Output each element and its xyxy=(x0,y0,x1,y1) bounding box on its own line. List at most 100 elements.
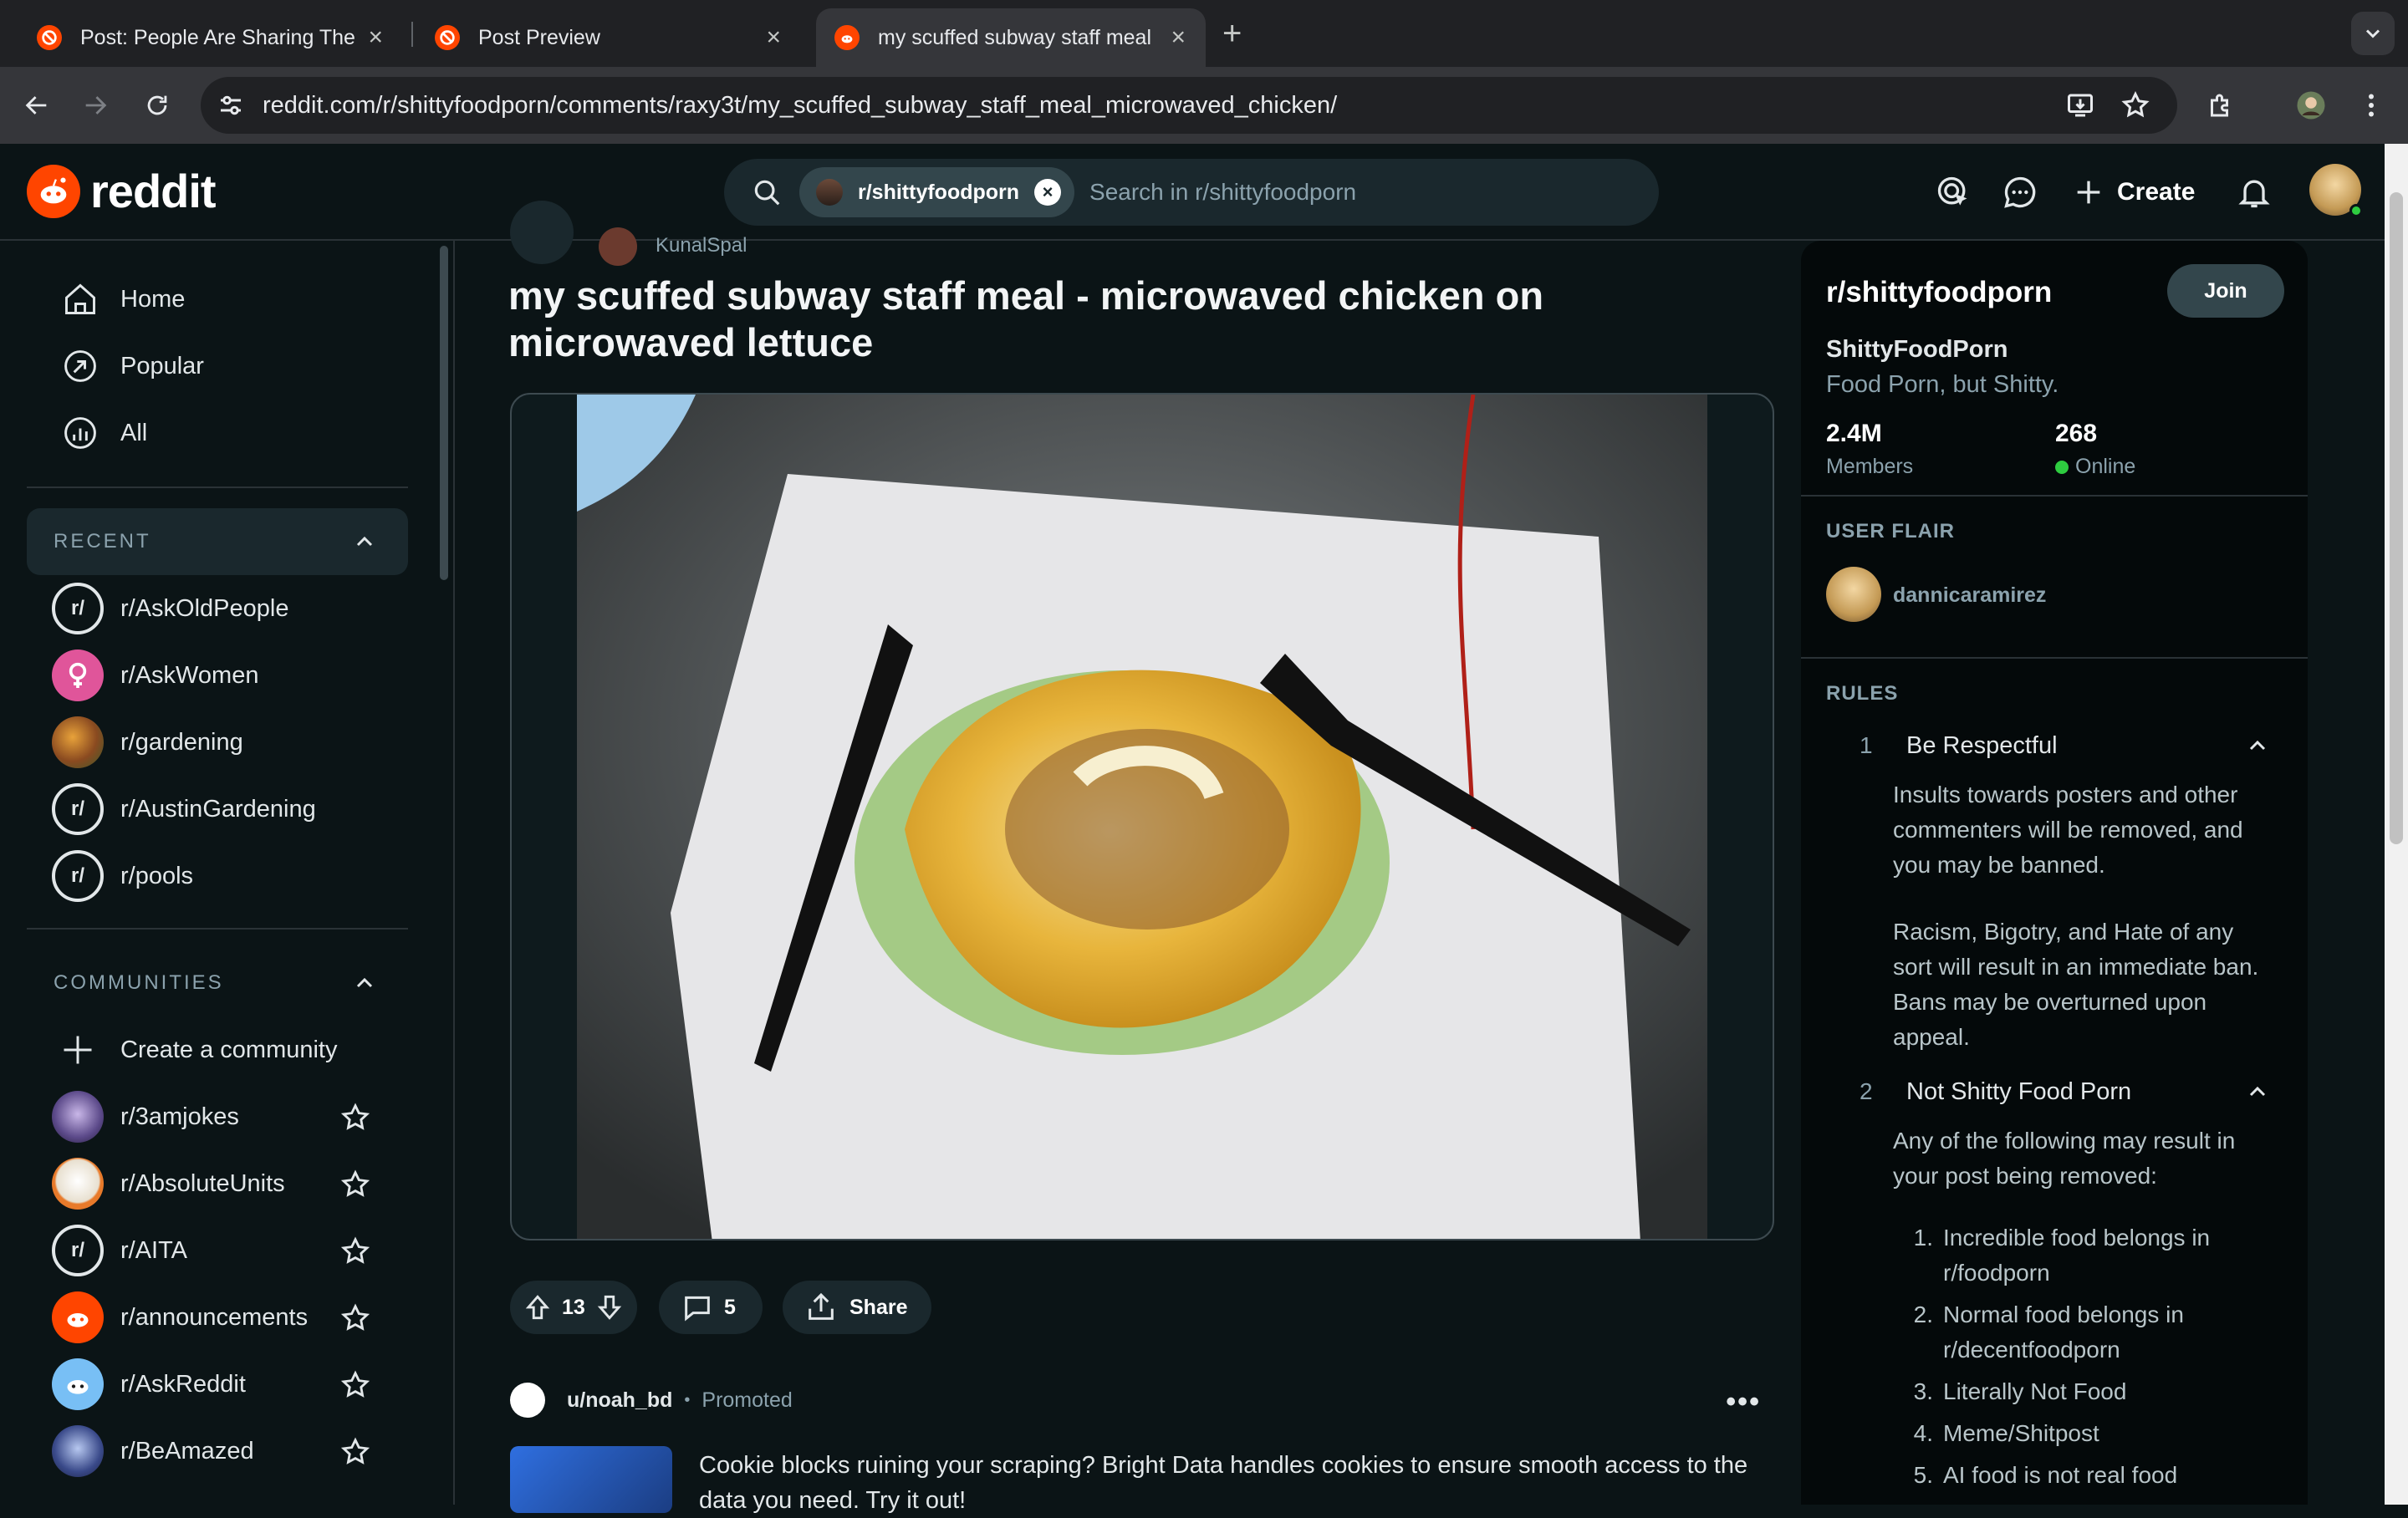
sidebar-item-all[interactable]: All xyxy=(27,400,408,466)
page-scrollbar-thumb[interactable] xyxy=(2390,192,2403,844)
chat-icon[interactable] xyxy=(1995,167,2045,217)
favorite-star-icon[interactable] xyxy=(339,1369,371,1401)
reddit-favicon-icon xyxy=(834,25,860,50)
browser-tab[interactable]: Post: People Are Sharing The × xyxy=(18,8,403,67)
chevron-up-icon xyxy=(2249,1086,2266,1097)
promo-text[interactable]: Cookie blocks ruining your scraping? Bri… xyxy=(699,1448,1786,1518)
subreddit-name[interactable]: r/shittyfoodporn xyxy=(1826,276,2052,309)
separator-dot: • xyxy=(684,1390,691,1409)
close-tab-icon[interactable]: × xyxy=(1171,23,1186,52)
sidebar-divider xyxy=(1801,657,2308,659)
advertise-icon[interactable] xyxy=(1928,167,1978,217)
rule-list-item: 5. AI food is not real food xyxy=(1913,1462,2178,1488)
favorite-star-icon[interactable] xyxy=(339,1235,371,1267)
post-image[interactable] xyxy=(510,393,1774,1240)
search-bar[interactable]: r/shittyfoodporn × Search in r/shittyfoo… xyxy=(724,159,1659,226)
create-community-button[interactable]: Create a community xyxy=(27,1016,408,1083)
reddit-logo[interactable]: reddit xyxy=(27,164,217,218)
extensions-puzzle-icon[interactable] xyxy=(2201,85,2241,125)
promoter-avatar[interactable] xyxy=(510,1383,545,1418)
sidebar-divider xyxy=(27,928,408,930)
author-avatar[interactable] xyxy=(599,227,637,266)
post-author[interactable]: KunalSpal xyxy=(656,234,747,257)
sidebar-item-askoldpeople[interactable]: r/ r/AskOldPeople xyxy=(27,575,408,642)
bookmark-star-icon[interactable] xyxy=(2115,85,2155,125)
sidebar-item-pools[interactable]: r/ r/pools xyxy=(27,843,408,909)
rule-list-item: 2. Normal food belongs in r/decentfoodpor… xyxy=(1913,1302,2184,1363)
close-tab-icon[interactable]: × xyxy=(368,23,383,52)
sidebar-item-absoluteunits[interactable]: r/AbsoluteUnits xyxy=(27,1150,408,1217)
join-button[interactable]: Join xyxy=(2167,264,2284,318)
create-community-label: Create a community xyxy=(120,1036,338,1063)
rule-list-item: 3. Literally Not Food xyxy=(1913,1378,2127,1404)
communities-section-toggle[interactable]: COMMUNITIES xyxy=(27,950,408,1016)
rule-description: Racism, Bigotry, and Hate of any sort wi… xyxy=(1893,919,2259,1050)
reload-icon[interactable] xyxy=(137,85,177,125)
rule-list-item: 1. Incredible food belongs in r/foodporn xyxy=(1913,1225,2211,1286)
downvote-arrow-icon[interactable] xyxy=(594,1291,625,1323)
back-arrow-icon[interactable] xyxy=(17,85,57,125)
share-label: Share xyxy=(849,1295,908,1319)
comments-button[interactable]: 5 xyxy=(659,1281,763,1334)
sidebar-item-austingardening[interactable]: r/ r/AustinGardening xyxy=(27,776,408,843)
reddit-header: reddit r/shittyfoodporn × Search in r/sh… xyxy=(0,144,2385,241)
sidebar-item-popular[interactable]: Popular xyxy=(27,333,408,400)
more-options-icon[interactable]: ••• xyxy=(1726,1386,1761,1419)
new-tab-plus-icon[interactable]: + xyxy=(1222,15,1242,53)
tab-search-chevron-icon[interactable] xyxy=(2351,12,2395,55)
search-input[interactable]: Search in r/shittyfoodporn xyxy=(1089,179,1356,206)
sidebar-item-3amjokes[interactable]: r/3amjokes xyxy=(27,1083,408,1150)
promo-thumbnail[interactable] xyxy=(510,1446,672,1513)
browser-tab[interactable]: Post Preview × xyxy=(416,8,801,67)
sidebar-item-announcements[interactable]: r/announcements xyxy=(27,1284,408,1351)
vote-count: 13 xyxy=(562,1295,585,1319)
close-tab-icon[interactable]: × xyxy=(766,23,781,52)
sidebar-item-label: r/AskWomen xyxy=(120,661,259,689)
profile-avatar-icon[interactable] xyxy=(2291,85,2331,125)
sidebar-item-beamazed[interactable]: r/BeAmazed xyxy=(27,1418,408,1485)
address-bar[interactable]: reddit.com/r/shittyfoodporn/comments/rax… xyxy=(201,77,2177,134)
chevron-up-icon xyxy=(2249,740,2266,751)
sidebar-item-gardening[interactable]: r/gardening xyxy=(27,709,408,776)
browser-menu-dots-icon[interactable] xyxy=(2351,85,2391,125)
members-label: Members xyxy=(1826,455,1913,479)
share-button[interactable]: Share xyxy=(783,1281,931,1334)
sidebar-item-home[interactable]: Home xyxy=(27,266,408,333)
rule-title: Not Shitty Food Porn xyxy=(1906,1078,2132,1105)
sidebar-item-askreddit[interactable]: r/AskReddit xyxy=(27,1351,408,1418)
online-dot-icon xyxy=(2055,460,2069,474)
favorite-star-icon[interactable] xyxy=(339,1302,371,1334)
promoted-label: Promoted xyxy=(701,1388,793,1412)
gardening-butterfly-icon xyxy=(52,716,104,768)
favorite-star-icon[interactable] xyxy=(339,1169,371,1200)
sidebar-scrollbar[interactable] xyxy=(440,246,448,580)
sidebar-item-label: r/3amjokes xyxy=(120,1103,239,1130)
subreddit-search-chip[interactable]: r/shittyfoodporn × xyxy=(799,167,1075,217)
sidebar-item-label: Home xyxy=(120,285,186,313)
sidebar-item-aita[interactable]: r/ r/AITA xyxy=(27,1217,408,1284)
no-sign-favicon-icon xyxy=(37,25,62,50)
clear-chip-icon[interactable]: × xyxy=(1034,179,1062,206)
notifications-bell-icon[interactable] xyxy=(2229,167,2279,217)
flair-username[interactable]: dannicaramirez xyxy=(1893,583,2046,608)
recent-section-toggle[interactable]: RECENT xyxy=(27,508,408,575)
flair-avatar[interactable] xyxy=(1826,567,1881,622)
promoter-username[interactable]: u/noah_bd xyxy=(567,1388,672,1413)
create-button[interactable]: Create xyxy=(2072,167,2195,217)
rule-description: Any of the following may result in your … xyxy=(1893,1128,2236,1189)
share-icon xyxy=(809,1292,834,1320)
rule-list-item: 4. Meme/Shitpost xyxy=(1913,1420,2099,1446)
upvote-arrow-icon[interactable] xyxy=(522,1291,554,1323)
favorite-star-icon[interactable] xyxy=(339,1436,371,1468)
chevron-up-icon xyxy=(356,536,373,547)
browser-tab-active[interactable]: my scuffed subway staff meal × xyxy=(816,8,1206,67)
site-settings-icon[interactable] xyxy=(216,90,246,120)
subreddit-sidebar: r/shittyfoodporn Join ShittyFoodPorn Foo… xyxy=(1801,241,2308,1505)
back-button[interactable] xyxy=(510,201,574,264)
forward-arrow-icon[interactable] xyxy=(75,85,115,125)
comment-count: 5 xyxy=(724,1295,736,1319)
vote-control: 13 xyxy=(510,1281,637,1334)
sidebar-item-askwomen[interactable]: r/AskWomen xyxy=(27,642,408,709)
install-app-icon[interactable] xyxy=(2060,85,2100,125)
favorite-star-icon[interactable] xyxy=(339,1102,371,1133)
